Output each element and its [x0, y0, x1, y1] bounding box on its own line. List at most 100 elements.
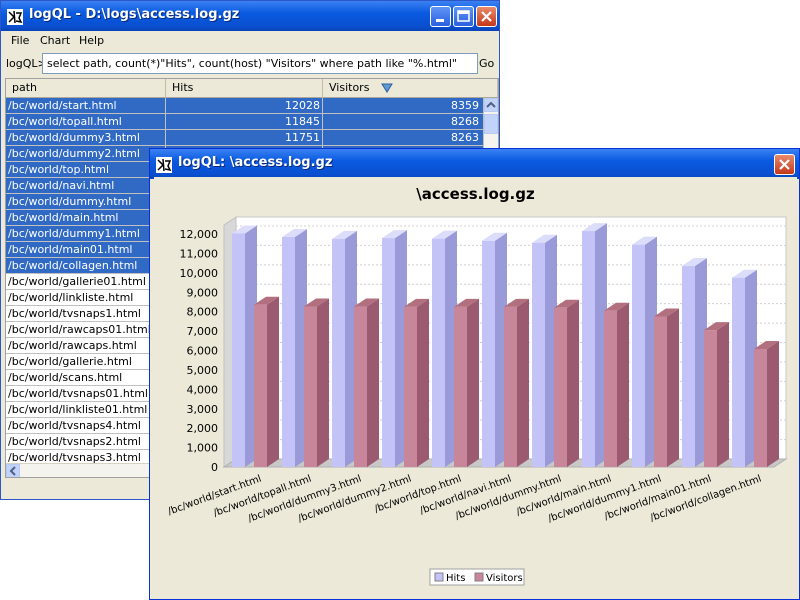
- table-cell-path: /bc/world/main01.html: [6, 242, 166, 258]
- bar-side: [567, 299, 579, 467]
- minimize-icon: [436, 19, 444, 22]
- bar-visitors: [554, 307, 567, 467]
- table-cell-path: /bc/world/start.html: [6, 98, 166, 114]
- chevron-up-icon: [486, 101, 496, 108]
- main-window-title: logQL - D:\logs\access.log.gz: [29, 7, 240, 22]
- bar-visitors: [454, 306, 467, 467]
- bar-side: [617, 302, 629, 467]
- go-button[interactable]: Go: [479, 57, 494, 70]
- chart-panel: \access.log.gz 0 1,000 2,000 3,000 4,000 5,000…: [154, 177, 797, 597]
- scroll-left-button[interactable]: [6, 464, 20, 477]
- bar-side: [267, 296, 279, 467]
- bar-hits: [482, 240, 495, 467]
- chevron-left-icon: [9, 466, 16, 476]
- y-tick-label: 4,000: [187, 383, 219, 396]
- maximize-icon: [457, 10, 470, 22]
- bar-side: [367, 298, 379, 467]
- bar-hits: [732, 277, 745, 467]
- table-cell-path: /bc/world/linkliste01.html: [6, 402, 166, 418]
- chart-title: \access.log.gz: [416, 185, 535, 203]
- y-tick-label: 11,000: [180, 247, 219, 260]
- table-cell-path: /bc/world/scans.html: [6, 370, 166, 386]
- table-cell-path: /bc/world/linkliste.html: [6, 290, 166, 306]
- main-title-bar[interactable]: logQL - D:\logs\access.log.gz: [1, 1, 499, 31]
- column-header-visitors-label: Visitors: [329, 81, 370, 94]
- y-tick-label: 9,000: [187, 286, 219, 299]
- y-tick-label: 10,000: [180, 267, 219, 280]
- column-header-path[interactable]: path: [6, 79, 166, 97]
- table-cell-hits: 11845: [166, 114, 323, 130]
- bar-visitors: [754, 348, 767, 467]
- bar-chart: \access.log.gz 0 1,000 2,000 3,000 4,000 5,000…: [166, 185, 788, 586]
- table-cell-path: /bc/world/tvsnaps1.html: [6, 306, 166, 322]
- table-cell-path: /bc/world/dummy1.html: [6, 226, 166, 242]
- bar-visitors: [654, 316, 667, 467]
- menu-help[interactable]: Help: [79, 34, 104, 47]
- bar-hits: [582, 231, 595, 467]
- y-tick-label: 3,000: [187, 403, 219, 416]
- table-cell-path: /bc/world/top.html: [6, 162, 166, 178]
- y-tick-label: 8,000: [187, 306, 219, 319]
- bar-visitors: [504, 306, 517, 467]
- table-cell-path: /bc/world/main.html: [6, 210, 166, 226]
- table-row[interactable]: /bc/world/start.html 12028 8359: [6, 98, 484, 114]
- legend-label-hits: Hits: [446, 573, 465, 584]
- table-cell-path: /bc/world/tvsnaps4.html: [6, 418, 166, 434]
- bar-hits: [682, 266, 695, 467]
- table-cell-visitors: 8359: [323, 98, 484, 114]
- table-cell-path: /bc/world/rawcaps.html: [6, 338, 166, 354]
- bar-hits: [282, 237, 295, 467]
- bar-visitors: [354, 306, 367, 467]
- close-button[interactable]: [476, 6, 497, 27]
- bar-hits: [532, 242, 545, 467]
- table-cell-path: /bc/world/gallerie01.html: [6, 274, 166, 290]
- bar-hits: [332, 238, 345, 467]
- bar-side: [467, 298, 479, 467]
- table-cell-path: /bc/world/topall.html: [6, 114, 166, 130]
- y-tick-label: 12,000: [180, 228, 219, 241]
- bar-hits: [232, 233, 245, 467]
- query-input[interactable]: select path, count(*)"Hits", count(host)…: [42, 53, 478, 74]
- bar-hits: [382, 238, 395, 467]
- bar-side: [317, 298, 329, 467]
- table-row[interactable]: /bc/world/topall.html 11845 8268: [6, 114, 484, 130]
- table-row[interactable]: /bc/world/dummy3.html 11751 8263: [6, 130, 484, 146]
- app-icon: [7, 9, 23, 25]
- y-tick-label: 7,000: [187, 325, 219, 338]
- y-tick-label: 6,000: [187, 345, 219, 358]
- query-bar: logQL> select path, count(*)"Hits", coun…: [1, 53, 499, 75]
- column-header-hits[interactable]: Hits: [166, 79, 323, 97]
- bar-visitors: [404, 306, 417, 467]
- chart-close-button[interactable]: [774, 154, 795, 175]
- table-cell-hits: 11751: [166, 130, 323, 146]
- table-cell-path: /bc/world/tvsnaps2.html: [6, 434, 166, 450]
- table-cell-path: /bc/world/dummy3.html: [6, 130, 166, 146]
- minimize-button[interactable]: [430, 6, 451, 27]
- table-cell-path: /bc/world/dummy.html: [6, 194, 166, 210]
- y-tick-label: 0: [211, 461, 218, 474]
- table-cell-visitors: 8263: [323, 130, 484, 146]
- column-header-visitors[interactable]: Visitors: [323, 79, 498, 97]
- menu-bar: File Chart Help: [1, 31, 499, 51]
- scroll-up-button[interactable]: [484, 98, 498, 112]
- scroll-thumb[interactable]: [484, 114, 498, 134]
- maximize-button[interactable]: [453, 6, 474, 27]
- menu-file[interactable]: File: [11, 34, 29, 47]
- legend-swatch-visitors: [474, 572, 484, 582]
- menu-chart[interactable]: Chart: [40, 34, 70, 47]
- table-cell-path: /bc/world/rawcaps01.html: [6, 322, 166, 338]
- chart-window-title: logQL: \access.log.gz: [178, 155, 333, 170]
- legend-label-visitors: Visitors: [486, 573, 523, 584]
- query-prompt-label: logQL>: [6, 57, 47, 70]
- bar-visitors: [704, 330, 717, 467]
- bar-side: [517, 298, 529, 467]
- chart-title-bar[interactable]: logQL: \access.log.gz: [150, 149, 799, 179]
- chart-window: logQL: \access.log.gz \access.log.gz 0 1,0…: [149, 148, 800, 600]
- table-header: path Hits Visitors: [6, 79, 498, 98]
- bar-side: [667, 308, 679, 467]
- table-cell-path: /bc/world/gallerie.html: [6, 354, 166, 370]
- bar-hits: [632, 244, 645, 467]
- table-cell-visitors: 8268: [323, 114, 484, 130]
- bar-side: [417, 298, 429, 467]
- bar-visitors: [304, 306, 317, 467]
